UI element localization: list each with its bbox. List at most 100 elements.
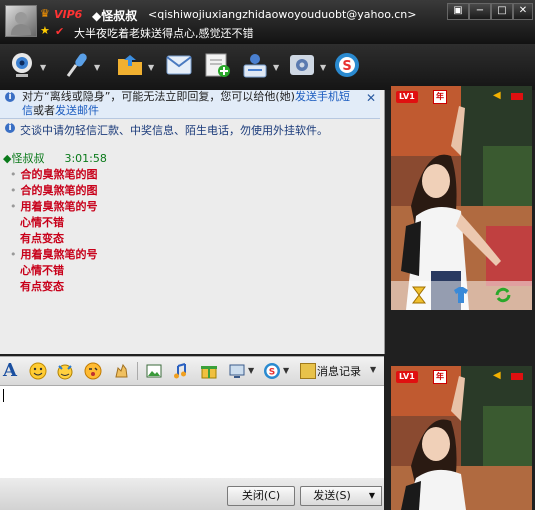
close-notice-button[interactable]: ✕	[366, 91, 376, 105]
message-line: 有点变态	[20, 230, 64, 246]
message-line: 心情不错	[20, 262, 64, 278]
message-line: 心情不错	[20, 214, 64, 230]
message-text: 有点变态	[20, 232, 64, 245]
contact-avatar[interactable]	[5, 5, 37, 37]
status-icon: ✔	[55, 25, 65, 38]
message-line: • 用着臭煞笔的号	[10, 198, 98, 214]
music-icon[interactable]	[172, 362, 190, 380]
input-toolbar: A ▼ S ▼ 消息记录 ▼	[0, 356, 384, 386]
message-bullet: •	[10, 200, 17, 213]
contact-nickname: ◆怪叔叔	[92, 9, 138, 23]
microphone-icon	[66, 53, 87, 77]
chevron-down-icon[interactable]: ▼	[283, 366, 289, 375]
text-caret	[3, 389, 4, 402]
send-button[interactable]: 发送(S)	[300, 486, 364, 506]
contact-photo-panel[interactable]: LV1 年 ◀	[391, 86, 532, 310]
screen-capture-icon[interactable]	[228, 362, 246, 380]
speaker-icon[interactable]: ◀	[493, 370, 505, 382]
message-line: • 用着臭煞笔的号	[10, 246, 98, 262]
chevron-down-icon[interactable]: ▼	[148, 63, 154, 72]
security-notice-text: 交谈中请勿轻信汇款、中奖信息、陌生电话，勿使用外挂软件。	[20, 124, 328, 137]
magic-emoji-icon[interactable]	[56, 362, 74, 380]
speaker-icon[interactable]: ◀	[493, 90, 505, 102]
star-icon: ★	[40, 24, 50, 37]
chevron-down-icon[interactable]: ▼	[40, 63, 46, 72]
my-photo-panel[interactable]: LV1 年 ◀	[391, 366, 532, 510]
hourglass-icon[interactable]	[409, 286, 429, 304]
title-bar: ♛ VIP6 ◆怪叔叔 <qishiwojiuxiangzhidaowoyoud…	[0, 0, 535, 44]
close-window-button[interactable]: ✕	[513, 3, 533, 20]
font-icon[interactable]: A	[3, 360, 17, 381]
offline-notice-or: 或者	[33, 104, 55, 117]
gear-icon	[290, 55, 314, 75]
year-badge: 年	[433, 90, 447, 104]
avatar-body	[11, 24, 31, 35]
message-text: 用着臭煞笔的号	[20, 248, 98, 261]
vip-crown-icon: ♛	[40, 7, 50, 20]
webcam-icon	[12, 53, 32, 77]
message-line: 有点变态	[20, 278, 64, 294]
indicator-icon	[511, 373, 523, 380]
close-button[interactable]: 关闭(C)	[227, 486, 295, 506]
folder-icon	[118, 55, 142, 75]
chevron-down-icon[interactable]: ▼	[370, 365, 376, 374]
skin-button[interactable]: ▣	[447, 3, 469, 20]
contact-photo	[391, 86, 532, 310]
message-sender: ◆怪叔叔	[3, 152, 45, 165]
chevron-down-icon[interactable]: ▼	[320, 63, 326, 72]
info-icon: i	[5, 123, 15, 133]
svg-text:S: S	[269, 368, 275, 378]
my-photo	[391, 366, 532, 510]
message-history-button[interactable]: 消息记录	[317, 363, 361, 379]
emoji-icon[interactable]	[29, 362, 47, 380]
photo-controls	[391, 281, 532, 310]
send-mail-link[interactable]: 发送邮件	[55, 104, 99, 117]
image-icon[interactable]	[145, 362, 163, 380]
message-text: 用着臭煞笔的号	[20, 200, 98, 213]
message-text: 心情不错	[20, 216, 64, 229]
refresh-icon[interactable]	[493, 286, 513, 304]
maximize-button[interactable]: □	[491, 3, 513, 20]
chat-window: ♛ VIP6 ◆怪叔叔 <qishiwojiuxiangzhidaowoyoud…	[0, 0, 535, 510]
chevron-down-icon[interactable]: ▼	[248, 366, 254, 375]
message-text: 有点变态	[20, 280, 64, 293]
chat-history-pane[interactable]: i 对方“离线或隐身”，可能无法立即回复，您可以给他(她)发送手机短信或者发送邮…	[0, 90, 385, 354]
id-card-icon	[243, 54, 267, 78]
indicator-icon	[511, 93, 523, 100]
chevron-down-icon[interactable]: ▼	[273, 63, 279, 72]
envelope-icon	[166, 55, 192, 75]
info-icon: i	[5, 92, 15, 102]
feature-toolbar: ▼ ▼ ▼ ▼ ▼ S	[0, 44, 535, 90]
svg-text:S: S	[342, 59, 351, 74]
minimize-button[interactable]: −	[469, 3, 491, 20]
level-badge: LV1	[396, 91, 418, 103]
message-input[interactable]	[0, 386, 384, 478]
message-bullet: •	[10, 248, 17, 261]
message-text: 合的臭煞笔的图	[20, 184, 98, 197]
shirt-icon[interactable]	[451, 286, 471, 304]
contact-email: <qishiwojiuxiangzhidaowoyouduobt@yahoo.c…	[148, 8, 417, 21]
bottom-bar: 关闭(C) 发送(S) ▼	[0, 478, 384, 510]
message-line: • 合的臭煞笔的图	[10, 182, 98, 198]
contact-signature: 大半夜吃着老妹送得点心,感觉还不错	[74, 27, 254, 40]
message-bullet: •	[10, 184, 17, 197]
soso-logo-icon: S	[335, 53, 359, 77]
message-time: 3:01:58	[64, 152, 107, 165]
chevron-down-icon[interactable]: ▼	[94, 63, 100, 72]
message-text: 合的臭煞笔的图	[20, 168, 98, 181]
send-options-button[interactable]: ▼	[363, 486, 382, 506]
offline-notice: i 对方“离线或隐身”，可能无法立即回复，您可以给他(她)发送手机短信或者发送邮…	[0, 90, 380, 119]
message-bullet: •	[10, 168, 17, 181]
vip-badge[interactable]: VIP6	[54, 8, 82, 21]
toolbar-divider	[137, 362, 138, 380]
message-text: 心情不错	[20, 264, 64, 277]
add-note-icon	[205, 53, 230, 77]
shake-window-icon[interactable]	[112, 362, 130, 380]
security-notice: i 交谈中请勿轻信汇款、中奖信息、陌生电话，勿使用外挂软件。	[0, 120, 380, 138]
wink-icon[interactable]	[84, 362, 102, 380]
gift-icon[interactable]	[200, 362, 218, 380]
offline-notice-message: 对方“离线或隐身”，可能无法立即回复，您可以给他(她)	[22, 90, 295, 103]
history-icon	[300, 363, 316, 379]
soso-search-icon[interactable]: S	[263, 362, 281, 380]
level-badge: LV1	[396, 371, 418, 383]
